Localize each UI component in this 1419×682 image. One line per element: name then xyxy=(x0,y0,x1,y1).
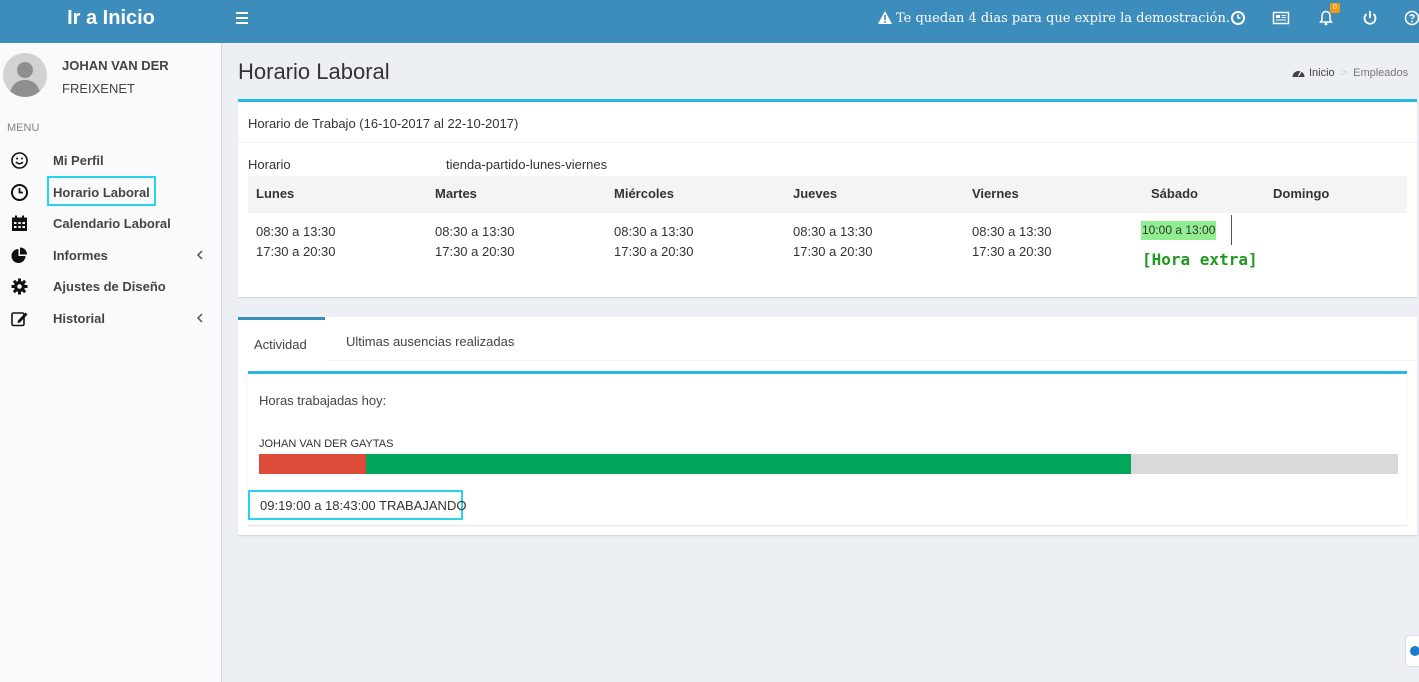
slot-afternoon: 17:30 a 20:30 xyxy=(256,244,336,259)
slot-morning: 08:30 a 13:30 xyxy=(614,224,694,239)
day-header-sabado: Sábado xyxy=(1151,186,1198,201)
hours-title: Horas trabajadas hoy: xyxy=(259,393,387,408)
day-header-martes: Martes xyxy=(435,186,477,201)
page-title: Horario Laboral xyxy=(238,59,390,84)
breadcrumb: Inicio > Empleados xyxy=(1292,67,1408,79)
slot-morning: 08:30 a 13:30 xyxy=(793,224,873,239)
newspaper-icon[interactable] xyxy=(1272,9,1290,27)
worked-segment xyxy=(366,454,1132,474)
sidebar-item-label: Informes xyxy=(53,248,108,263)
dashboard-icon xyxy=(1292,71,1305,77)
text-cursor xyxy=(1231,215,1232,245)
tab-label: Actividad xyxy=(254,337,307,352)
late-segment xyxy=(259,454,367,474)
tab-actividad[interactable]: Actividad xyxy=(238,317,325,361)
day-header-lunes: Lunes xyxy=(256,186,295,201)
slot-afternoon: 17:30 a 20:30 xyxy=(435,244,515,259)
schedule-title: Horario de Trabajo (16-10-2017 al 22-10-… xyxy=(248,116,519,131)
tabs-divider xyxy=(238,360,1417,361)
slot-morning: 08:30 a 13:30 xyxy=(256,224,336,239)
slot-afternoon: 17:30 a 20:30 xyxy=(793,244,873,259)
help-icon[interactable] xyxy=(1403,9,1419,27)
work-status: 09:19:00 a 18:43:00 TRABAJANDO xyxy=(260,498,467,513)
sidebar-item-historial[interactable]: Historial xyxy=(0,303,221,334)
sidebar-item-label: Mi Perfil xyxy=(53,153,104,168)
slot-morning: 08:30 a 13:30 xyxy=(972,224,1052,239)
demo-notice: Te quedan 4 dias para que expire la demo… xyxy=(878,0,1230,37)
chevron-left-icon xyxy=(196,250,203,260)
pie-chart-icon xyxy=(11,247,27,263)
activity-panel: Actividad Ultimas ausencias realizadas H… xyxy=(238,317,1417,535)
top-navbar: Ir a Inicio Te quedan 4 dias para que ex… xyxy=(0,0,1419,43)
slot-morning: 08:30 a 13:30 xyxy=(435,224,515,239)
demo-notice-text: Te quedan 4 dias para que expire la demo… xyxy=(896,11,1230,26)
hours-progress-bar xyxy=(259,454,1398,474)
status-highlight: 09:19:00 a 18:43:00 TRABAJANDO xyxy=(248,490,467,520)
sidebar-item-label: Ajustes de Diseño xyxy=(53,279,166,294)
clock-icon[interactable] xyxy=(1229,9,1247,27)
extra-hours-slot: 10:00 a 13:00 xyxy=(1141,221,1217,240)
day-header-jueves: Jueves xyxy=(793,186,838,201)
breadcrumb-current: Empleados xyxy=(1353,67,1409,79)
sidebar-item-calendario-laboral[interactable]: Calendario Laboral xyxy=(0,208,221,239)
side-help-widget[interactable] xyxy=(1405,635,1419,667)
avatar xyxy=(3,53,47,97)
clock-icon xyxy=(11,184,28,201)
user-name: JOHAN VAN DER xyxy=(62,58,169,73)
horario-value: tienda-partido-lunes-viernes xyxy=(446,157,608,172)
smile-icon xyxy=(11,152,28,169)
horario-label: Horario xyxy=(248,157,291,172)
power-icon[interactable] xyxy=(1361,9,1379,27)
employee-name: JOHAN VAN DER GAYTAS xyxy=(259,438,394,450)
warning-icon xyxy=(878,11,892,24)
schedule-box: Horario de Trabajo (16-10-2017 al 22-10-… xyxy=(238,99,1417,297)
gear-icon xyxy=(11,278,28,295)
user-company: FREIXENET xyxy=(62,81,135,96)
sidebar-item-label: Historial xyxy=(53,311,106,326)
breadcrumb-home[interactable]: Inicio xyxy=(1309,67,1335,79)
sidebar-item-ajustes-de-diseno[interactable]: Ajustes de Diseño xyxy=(0,271,221,302)
tab-ultimas-ausencias[interactable]: Ultimas ausencias realizadas xyxy=(346,334,514,349)
sidebar-item-informes[interactable]: Informes xyxy=(0,240,221,271)
day-header-miercoles: Miércoles xyxy=(614,186,674,201)
divider xyxy=(238,142,1417,143)
slot-afternoon: 17:30 a 20:30 xyxy=(972,244,1052,259)
extra-hours-label: [Hora extra] xyxy=(1142,250,1258,269)
day-header-domingo: Domingo xyxy=(1273,186,1330,201)
sidebar-item-mi-perfil[interactable]: Mi Perfil xyxy=(0,145,221,176)
hours-box: Horas trabajadas hoy: JOHAN VAN DER GAYT… xyxy=(248,371,1407,525)
calendar-icon xyxy=(12,215,27,231)
chevron-left-icon xyxy=(196,313,203,323)
sidebar-item-label: Calendario Laboral xyxy=(53,216,171,231)
slot-afternoon: 17:30 a 20:30 xyxy=(614,244,694,259)
home-link[interactable]: Ir a Inicio xyxy=(0,0,222,43)
menu-toggle-icon[interactable] xyxy=(232,9,252,29)
menu-header: MENU xyxy=(7,122,40,134)
notification-badge: 0 xyxy=(1330,3,1340,13)
active-item-highlight xyxy=(47,176,156,206)
edit-icon xyxy=(11,312,28,327)
sidebar: JOHAN VAN DER FREIXENET MENU Mi Perfil H… xyxy=(0,43,222,682)
day-header-viernes: Viernes xyxy=(972,186,1019,201)
